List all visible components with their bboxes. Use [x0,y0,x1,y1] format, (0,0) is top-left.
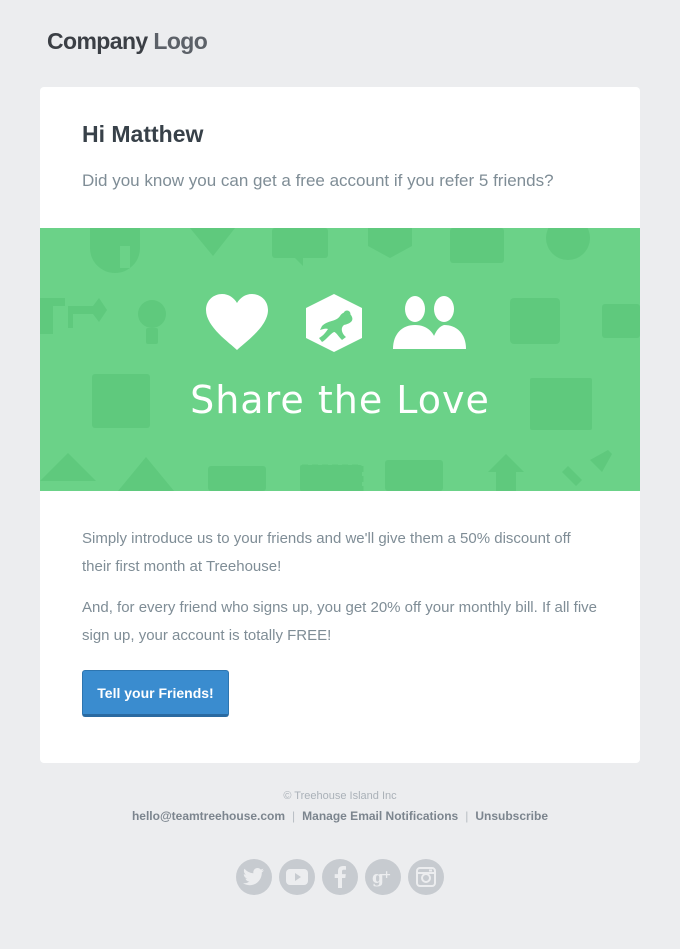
facebook-icon[interactable] [322,859,358,895]
instagram-icon[interactable] [408,859,444,895]
google-plus-icon[interactable]: g + [365,859,401,895]
reward-paragraph: And, for every friend who signs up, you … [82,599,597,644]
logo-bold-text: Company [47,28,148,54]
banner-icons [206,294,466,352]
share-banner: Share the Love [40,228,640,491]
banner-title: Share the Love [190,378,490,422]
discount-paragraph: Simply introduce us to your friends and … [82,530,571,575]
youtube-icon[interactable] [279,859,315,895]
email-card: Hi Matthew Did you know you can get a fr… [40,87,640,763]
treehouse-frog-icon [306,294,362,352]
svg-text:+: + [382,868,391,881]
tell-friends-button[interactable]: Tell your Friends! [82,670,229,717]
heart-icon [206,294,268,350]
company-logo: Company Logo [47,28,208,55]
footer-links: hello@teamtreehouse.com | Manage Email Not… [0,809,680,823]
logo-light-text: Logo [153,28,208,54]
intro-subline: Did you know you can get a free account … [82,171,554,190]
banner-pattern [40,228,640,491]
twitter-icon[interactable] [236,859,272,895]
copyright-text: © Treehouse Island Inc [283,790,397,802]
manage-notifications-link[interactable]: Manage Email Notifications [302,809,458,823]
unsubscribe-link[interactable]: Unsubscribe [475,809,548,823]
link-separator: | [465,809,469,823]
contact-email-link[interactable]: hello@teamtreehouse.com [132,809,285,823]
greeting-heading: Hi Matthew [82,121,204,147]
friends-icon [393,296,466,349]
social-icons: g + [236,859,446,895]
link-separator: | [292,809,296,823]
